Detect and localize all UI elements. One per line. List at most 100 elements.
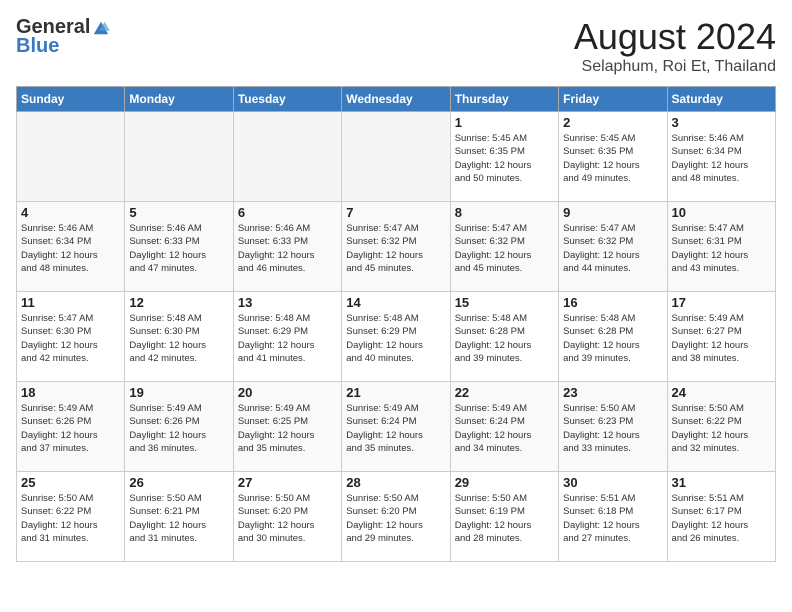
- calendar-cell: 26 Sunrise: 5:50 AM Sunset: 6:21 PM Dayli…: [125, 472, 233, 562]
- cell-sun-info: Sunrise: 5:48 AM Sunset: 6:30 PM Dayligh…: [129, 312, 228, 365]
- calendar-cell: 5 Sunrise: 5:46 AM Sunset: 6:33 PM Daylig…: [125, 202, 233, 292]
- cell-sun-info: Sunrise: 5:50 AM Sunset: 6:22 PM Dayligh…: [21, 492, 120, 545]
- day-number: 24: [672, 385, 771, 400]
- logo-icon: [92, 19, 110, 37]
- cell-sun-info: Sunrise: 5:46 AM Sunset: 6:33 PM Dayligh…: [238, 222, 337, 275]
- calendar-cell: 6 Sunrise: 5:46 AM Sunset: 6:33 PM Daylig…: [233, 202, 341, 292]
- cell-sun-info: Sunrise: 5:50 AM Sunset: 6:20 PM Dayligh…: [346, 492, 445, 545]
- logo: General Blue: [16, 16, 110, 58]
- day-number: 28: [346, 475, 445, 490]
- cell-sun-info: Sunrise: 5:47 AM Sunset: 6:32 PM Dayligh…: [346, 222, 445, 275]
- day-number: 23: [563, 385, 662, 400]
- cell-sun-info: Sunrise: 5:48 AM Sunset: 6:29 PM Dayligh…: [346, 312, 445, 365]
- calendar-cell: 12Sunrise: 5:48 AM Sunset: 6:30 PM Dayli…: [125, 292, 233, 382]
- day-number: 9: [563, 205, 662, 220]
- weekday-header-tuesday: Tuesday: [233, 87, 341, 112]
- title-block: August 2024 Selaphum, Roi Et, Thailand: [574, 16, 776, 76]
- cell-sun-info: Sunrise: 5:50 AM Sunset: 6:19 PM Dayligh…: [455, 492, 554, 545]
- day-number: 30: [563, 475, 662, 490]
- day-number: 31: [672, 475, 771, 490]
- location-subtitle: Selaphum, Roi Et, Thailand: [574, 58, 776, 76]
- calendar-cell: 18 Sunrise: 5:49 AM Sunset: 6:26 PM Dayli…: [17, 382, 125, 472]
- calendar-cell: [17, 112, 125, 202]
- day-number: 2: [563, 115, 662, 130]
- day-number: 4: [21, 205, 120, 220]
- calendar-cell: [125, 112, 233, 202]
- cell-sun-info: Sunrise: 5:46 AM Sunset: 6:33 PM Dayligh…: [129, 222, 228, 275]
- day-number: 8: [455, 205, 554, 220]
- cell-sun-info: Sunrise: 5:49 AM Sunset: 6:26 PM Dayligh…: [129, 402, 228, 455]
- calendar-cell: 27 Sunrise: 5:50 AM Sunset: 6:20 PM Dayli…: [233, 472, 341, 562]
- cell-sun-info: Sunrise: 5:47 AM Sunset: 6:31 PM Dayligh…: [672, 222, 771, 275]
- calendar-cell: 29 Sunrise: 5:50 AM Sunset: 6:19 PM Dayli…: [450, 472, 558, 562]
- day-number: 6: [238, 205, 337, 220]
- calendar-cell: 30 Sunrise: 5:51 AM Sunset: 6:18 PM Dayli…: [559, 472, 667, 562]
- calendar-cell: 17 Sunrise: 5:49 AM Sunset: 6:27 PM Dayli…: [667, 292, 775, 382]
- calendar-week-1: 1Sunrise: 5:45 AM Sunset: 6:35 PM Daylig…: [17, 112, 776, 202]
- calendar-cell: 8 Sunrise: 5:47 AM Sunset: 6:32 PM Daylig…: [450, 202, 558, 292]
- calendar-week-4: 18 Sunrise: 5:49 AM Sunset: 6:26 PM Dayli…: [17, 382, 776, 472]
- day-number: 27: [238, 475, 337, 490]
- day-number: 11: [21, 295, 120, 310]
- day-number: 21: [346, 385, 445, 400]
- month-year-title: August 2024: [574, 16, 776, 58]
- weekday-header-saturday: Saturday: [667, 87, 775, 112]
- cell-sun-info: Sunrise: 5:48 AM Sunset: 6:28 PM Dayligh…: [455, 312, 554, 365]
- day-number: 15: [455, 295, 554, 310]
- cell-sun-info: Sunrise: 5:50 AM Sunset: 6:23 PM Dayligh…: [563, 402, 662, 455]
- cell-sun-info: Sunrise: 5:49 AM Sunset: 6:24 PM Dayligh…: [346, 402, 445, 455]
- calendar-cell: 21 Sunrise: 5:49 AM Sunset: 6:24 PM Dayli…: [342, 382, 450, 472]
- weekday-header-friday: Friday: [559, 87, 667, 112]
- logo-blue: Blue: [16, 35, 59, 58]
- calendar-cell: 13 Sunrise: 5:48 AM Sunset: 6:29 PM Dayli…: [233, 292, 341, 382]
- cell-sun-info: Sunrise: 5:48 AM Sunset: 6:29 PM Dayligh…: [238, 312, 337, 365]
- cell-sun-info: Sunrise: 5:47 AM Sunset: 6:32 PM Dayligh…: [563, 222, 662, 275]
- cell-sun-info: Sunrise: 5:46 AM Sunset: 6:34 PM Dayligh…: [21, 222, 120, 275]
- cell-sun-info: Sunrise: 5:51 AM Sunset: 6:18 PM Dayligh…: [563, 492, 662, 545]
- cell-sun-info: Sunrise: 5:49 AM Sunset: 6:27 PM Dayligh…: [672, 312, 771, 365]
- day-number: 17: [672, 295, 771, 310]
- calendar-cell: 25Sunrise: 5:50 AM Sunset: 6:22 PM Dayli…: [17, 472, 125, 562]
- calendar-cell: 24Sunrise: 5:50 AM Sunset: 6:22 PM Dayli…: [667, 382, 775, 472]
- calendar-cell: 15 Sunrise: 5:48 AM Sunset: 6:28 PM Dayli…: [450, 292, 558, 382]
- weekday-header-wednesday: Wednesday: [342, 87, 450, 112]
- calendar-week-2: 4 Sunrise: 5:46 AM Sunset: 6:34 PM Daylig…: [17, 202, 776, 292]
- calendar-week-3: 11 Sunrise: 5:47 AM Sunset: 6:30 PM Dayli…: [17, 292, 776, 382]
- calendar-table: SundayMondayTuesdayWednesdayThursdayFrid…: [16, 86, 776, 562]
- day-number: 29: [455, 475, 554, 490]
- calendar-week-5: 25Sunrise: 5:50 AM Sunset: 6:22 PM Dayli…: [17, 472, 776, 562]
- weekday-header-row: SundayMondayTuesdayWednesdayThursdayFrid…: [17, 87, 776, 112]
- calendar-cell: 4 Sunrise: 5:46 AM Sunset: 6:34 PM Daylig…: [17, 202, 125, 292]
- day-number: 26: [129, 475, 228, 490]
- cell-sun-info: Sunrise: 5:50 AM Sunset: 6:21 PM Dayligh…: [129, 492, 228, 545]
- calendar-cell: 7Sunrise: 5:47 AM Sunset: 6:32 PM Daylig…: [342, 202, 450, 292]
- calendar-cell: 1Sunrise: 5:45 AM Sunset: 6:35 PM Daylig…: [450, 112, 558, 202]
- day-number: 20: [238, 385, 337, 400]
- day-number: 3: [672, 115, 771, 130]
- cell-sun-info: Sunrise: 5:45 AM Sunset: 6:35 PM Dayligh…: [455, 132, 554, 185]
- cell-sun-info: Sunrise: 5:49 AM Sunset: 6:26 PM Dayligh…: [21, 402, 120, 455]
- page-header: General Blue August 2024 Selaphum, Roi E…: [16, 16, 776, 76]
- weekday-header-monday: Monday: [125, 87, 233, 112]
- day-number: 18: [21, 385, 120, 400]
- cell-sun-info: Sunrise: 5:50 AM Sunset: 6:20 PM Dayligh…: [238, 492, 337, 545]
- calendar-cell: [233, 112, 341, 202]
- day-number: 5: [129, 205, 228, 220]
- day-number: 10: [672, 205, 771, 220]
- cell-sun-info: Sunrise: 5:47 AM Sunset: 6:32 PM Dayligh…: [455, 222, 554, 275]
- calendar-cell: 22 Sunrise: 5:49 AM Sunset: 6:24 PM Dayli…: [450, 382, 558, 472]
- cell-sun-info: Sunrise: 5:47 AM Sunset: 6:30 PM Dayligh…: [21, 312, 120, 365]
- calendar-cell: 23 Sunrise: 5:50 AM Sunset: 6:23 PM Dayli…: [559, 382, 667, 472]
- cell-sun-info: Sunrise: 5:51 AM Sunset: 6:17 PM Dayligh…: [672, 492, 771, 545]
- cell-sun-info: Sunrise: 5:49 AM Sunset: 6:24 PM Dayligh…: [455, 402, 554, 455]
- cell-sun-info: Sunrise: 5:48 AM Sunset: 6:28 PM Dayligh…: [563, 312, 662, 365]
- calendar-cell: 11 Sunrise: 5:47 AM Sunset: 6:30 PM Dayli…: [17, 292, 125, 382]
- cell-sun-info: Sunrise: 5:45 AM Sunset: 6:35 PM Dayligh…: [563, 132, 662, 185]
- weekday-header-thursday: Thursday: [450, 87, 558, 112]
- calendar-cell: 20Sunrise: 5:49 AM Sunset: 6:25 PM Dayli…: [233, 382, 341, 472]
- calendar-cell: 14Sunrise: 5:48 AM Sunset: 6:29 PM Dayli…: [342, 292, 450, 382]
- calendar-cell: 10 Sunrise: 5:47 AM Sunset: 6:31 PM Dayli…: [667, 202, 775, 292]
- day-number: 22: [455, 385, 554, 400]
- day-number: 13: [238, 295, 337, 310]
- calendar-cell: [342, 112, 450, 202]
